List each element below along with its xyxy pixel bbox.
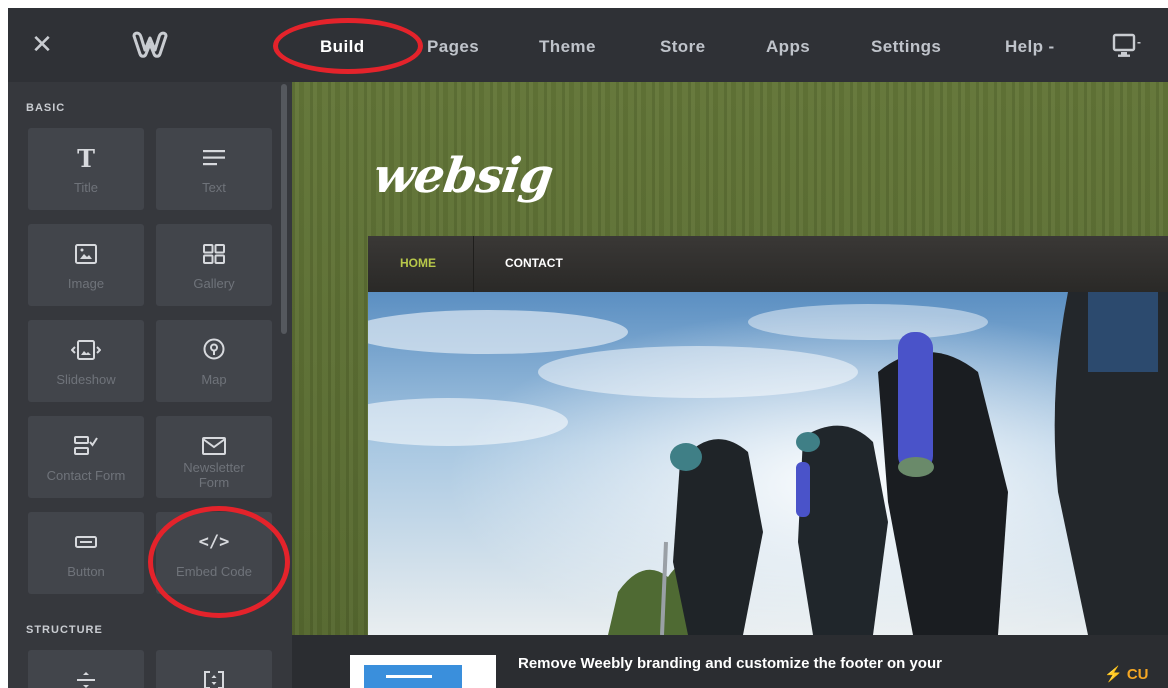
tile-text[interactable]: Text (156, 128, 272, 210)
embed-code-highlight-circle (148, 506, 290, 618)
button-icon (28, 528, 144, 556)
promo-thumbnail-inner (364, 665, 462, 688)
device-suffix: - (1137, 35, 1141, 49)
map-pin-icon (156, 336, 272, 364)
slideshow-icon (28, 336, 144, 364)
site-logo[interactable]: websig (370, 148, 556, 204)
nav-store[interactable]: Store (660, 37, 705, 57)
title-icon: T (77, 143, 95, 173)
tile-label: Gallery (193, 276, 235, 291)
tile-title[interactable]: T Title (28, 128, 144, 210)
section-label-basic: BASIC (26, 102, 66, 114)
spacer-icon (156, 666, 272, 688)
close-icon[interactable]: ✕ (28, 30, 56, 58)
tile-map[interactable]: Map (156, 320, 272, 402)
tile-image[interactable]: Image (28, 224, 144, 306)
tile-label: Text (202, 180, 226, 195)
weebly-editor: ✕ Build Pages Theme Store Apps Settings … (0, 0, 1168, 688)
nav-help[interactable]: Help - (1005, 37, 1055, 57)
image-icon (28, 240, 144, 268)
tile-divider[interactable] (28, 650, 144, 688)
tile-label: Title (73, 180, 99, 195)
site-nav-divider (473, 236, 474, 292)
nav-settings[interactable]: Settings (871, 37, 941, 57)
tile-label: Contact Form (46, 468, 126, 483)
site-nav: HOME CONTACT (368, 236, 1168, 292)
contact-form-icon (28, 432, 144, 460)
footer-promo-bar: Remove Weebly branding and customize the… (292, 635, 1168, 688)
sidebar-scrollbar[interactable] (281, 84, 287, 334)
nav-pages[interactable]: Pages (427, 37, 479, 57)
site-preview: websig HOME CONTACT (292, 82, 1168, 635)
build-highlight-circle (273, 18, 423, 74)
envelope-icon (156, 432, 272, 460)
tile-gallery[interactable]: Gallery (156, 224, 272, 306)
promo-thumbnail (350, 655, 496, 688)
top-toolbar: ✕ Build Pages Theme Store Apps Settings … (0, 0, 1168, 82)
weebly-logo-icon[interactable] (130, 26, 170, 62)
tile-label: Image (67, 276, 105, 291)
nav-theme[interactable]: Theme (539, 37, 596, 57)
hero-image[interactable] (368, 292, 1168, 635)
tile-label: Slideshow (56, 372, 116, 387)
divider-icon (28, 666, 144, 688)
nav-apps[interactable]: Apps (766, 37, 810, 57)
gallery-icon (156, 240, 272, 268)
tile-spacer[interactable] (156, 650, 272, 688)
left-border (0, 8, 8, 688)
section-label-structure: STRUCTURE (26, 624, 103, 636)
promo-thumbnail-bar (386, 675, 432, 678)
tile-label: Newsletter Form (183, 460, 245, 490)
tile-slideshow[interactable]: Slideshow (28, 320, 144, 402)
promo-text: Remove Weebly branding and customize the… (518, 655, 942, 672)
tile-contact-form[interactable]: Contact Form (28, 416, 144, 498)
text-icon (156, 144, 272, 172)
tile-label: Map (201, 372, 227, 387)
site-nav-home[interactable]: HOME (400, 256, 436, 270)
top-border (0, 0, 1168, 8)
tile-button[interactable]: Button (28, 512, 144, 594)
site-nav-contact[interactable]: CONTACT (505, 256, 563, 270)
tile-label: Button (67, 564, 105, 579)
promo-cta[interactable]: ⚡ CU (1104, 665, 1149, 683)
desktop-icon[interactable]: - (1112, 32, 1146, 60)
tile-newsletter-form[interactable]: Newsletter Form (156, 416, 272, 498)
